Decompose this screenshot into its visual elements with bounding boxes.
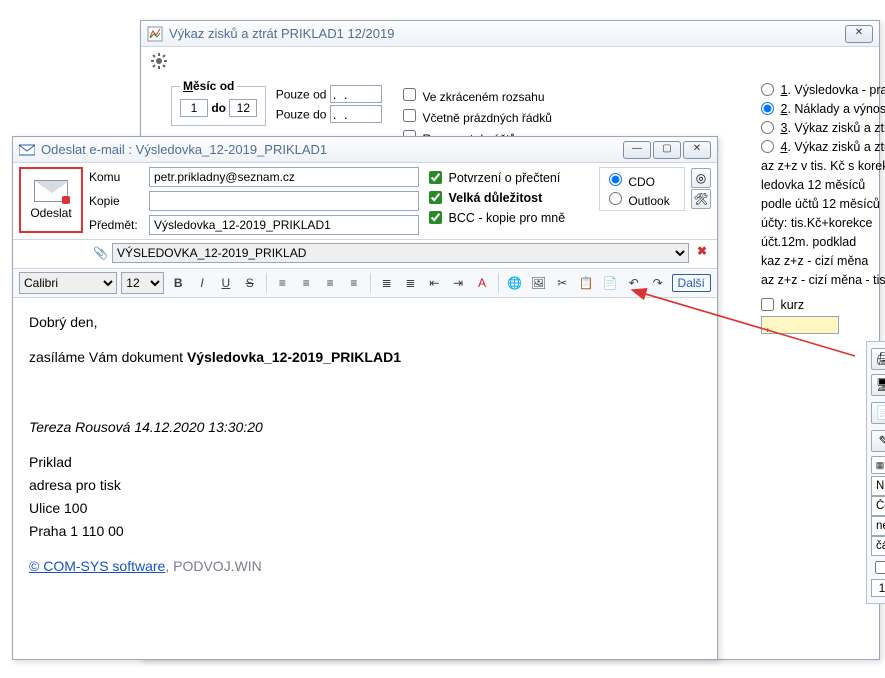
format-chips: ▦ PDF W H X [871,456,885,474]
send-button[interactable]: Odeslat [19,167,83,233]
more-button[interactable]: Další [672,274,711,292]
to-input[interactable] [149,167,419,187]
strike-button[interactable]: S [240,272,260,294]
ck-confirm[interactable]: Potvrzení o přečtení [425,168,593,187]
printer-button[interactable]: 🖨Tiskárna [871,348,885,370]
output-panel: 🖨Tiskárna 🖥Obrazovka @ 📄Soubor X ✎Úprava… [866,341,885,604]
link-button[interactable]: 🌐 [505,272,525,294]
bold-button[interactable]: B [168,272,188,294]
redo-button[interactable]: ↷ [648,272,668,294]
bg-close-button[interactable]: ✕ [845,25,873,43]
printer-select[interactable]: NPIC7C8F7 (HP Lase [871,476,885,496]
only-to-label: Pouze do [276,108,327,122]
outdent-button[interactable]: ⇤ [424,272,444,294]
to-label: Komu [89,170,145,184]
tools-icon[interactable]: 🛠 [691,189,711,209]
no-dialog-checkbox[interactable]: Bez dialogu [871,558,885,577]
attach-icon: 📎 [93,246,108,260]
paste-button[interactable]: 📄 [600,272,620,294]
radio-8[interactable]: účty: tis.Kč+korekce [761,214,885,233]
report-type-radios: 1. Výsledovka - pracovní 2. Náklady a vý… [761,81,885,334]
align-left-button[interactable]: ≡ [273,272,293,294]
kurz-input[interactable]: , [761,316,839,334]
ck-important[interactable]: Velká důležitost [425,188,593,207]
indent-button[interactable]: ⇥ [448,272,468,294]
email-min-button[interactable]: — [623,141,651,159]
only-from-label: Pouze od [276,88,327,102]
file-button[interactable]: 📄Soubor [871,402,885,424]
italic-button[interactable]: I [192,272,212,294]
radio-1[interactable]: 1. Výsledovka - pracovní [761,81,885,100]
align-center-button[interactable]: ≡ [296,272,316,294]
only-from-input[interactable] [330,85,382,103]
align-right-button[interactable]: ≡ [320,272,340,294]
radio-4[interactable]: 4. Výkaz zisků a ztrát v tis. Kč [761,138,885,157]
mail-window-icon [19,142,35,158]
attachment-select[interactable]: VÝSLEDOVKA_12-2019_PRIKLAD [112,243,689,263]
gear-icon[interactable] [151,53,167,69]
font-select[interactable]: Calibri [19,272,117,294]
list-number-button[interactable]: ≣ [401,272,421,294]
email-close-button[interactable]: ✕ [683,141,711,159]
screen-button[interactable]: 🖥Obrazovka [871,374,885,396]
radio-11[interactable]: az z+z - cizí měna - tisíce [761,271,885,290]
underline-button[interactable]: U [216,272,236,294]
rd-outlook[interactable]: Outlook [604,189,680,208]
ck-bcc[interactable]: BCC - kopie pro mně [425,208,593,227]
calendar-chip[interactable]: ▦ [871,456,885,474]
cc-input[interactable] [149,191,419,211]
language-select[interactable]: Čeština [871,496,885,516]
kurz-checkbox[interactable]: kurz [761,296,885,315]
month-range-fieldset: MMěsíc oděsíc od do [171,79,266,126]
cb-short[interactable]: Ve zkráceném rozsahu [399,85,552,104]
copies-input[interactable] [871,579,885,597]
subject-label: Předmět: [89,218,145,232]
envelope-icon [34,180,68,202]
month-from-input[interactable] [180,99,208,117]
email-titlebar: Odeslat e-mail : Výsledovka_12-2019_PRIK… [13,137,717,163]
bg-title: Výkaz zisků a ztrát PRIKLAD1 12/2019 [169,26,394,41]
only-to-input[interactable] [330,105,382,123]
radio-2[interactable]: 2. Náklady a výnosy podle účtů [761,100,885,119]
remove-attachment-icon[interactable]: ✖ [693,244,711,262]
undo-button[interactable]: ↶ [624,272,644,294]
month-to-input[interactable] [229,99,257,117]
rd-cdo[interactable]: CDO [604,170,680,189]
list-bullet-button[interactable]: ≣ [377,272,397,294]
comsys-link[interactable]: © COM-SYS software [29,558,165,574]
radio-7[interactable]: podle účtů 12 měsíců [761,195,885,214]
copy-button[interactable]: 📋 [576,272,596,294]
signature-line: Tereza Rousová 14.12.2020 13:30:20 [29,419,263,435]
cb-empty[interactable]: Včetně prázdných řádků [399,106,552,125]
radio-5[interactable]: az z+z v tis. Kč s korekcí [761,157,885,176]
lines-select[interactable]: čáry všechny [871,536,885,556]
email-max-button[interactable]: ▢ [653,141,681,159]
format-select[interactable]: neměnit formát [871,516,885,536]
target-icon[interactable]: ◎ [691,168,711,188]
radio-6[interactable]: ledovka 12 měsíců [761,176,885,195]
align-justify-button[interactable]: ≡ [344,272,364,294]
radio-9[interactable]: účt.12m. podklad [761,233,885,252]
subject-input[interactable] [149,215,419,235]
radio-10[interactable]: kaz z+z - cizí měna [761,252,885,271]
cc-label: Kopie [89,194,145,208]
editor-toolbar: Calibri 12 B I U S ≡ ≡ ≡ ≡ ≣ ≣ ⇤ ⇥ A 🌐 🖼… [13,268,717,298]
bg-titlebar: Výkaz zisků a ztrát PRIKLAD1 12/2019 ✕ [141,21,879,47]
size-select[interactable]: 12 [121,272,164,294]
font-color-button[interactable]: A [472,272,492,294]
email-title: Odeslat e-mail : Výsledovka_12-2019_PRIK… [41,142,327,157]
email-body[interactable]: Dobrý den, zasíláme Vám dokument Výsledo… [13,298,717,678]
edit-report-button[interactable]: ✎Úprava repor [871,430,885,452]
image-button[interactable]: 🖼 [529,272,549,294]
cut-button[interactable]: ✂ [552,272,572,294]
email-window: Odeslat e-mail : Výsledovka_12-2019_PRIK… [12,136,718,660]
report-icon [147,26,163,42]
radio-3[interactable]: 3. Výkaz zisků a ztrát v Kč [761,119,885,138]
